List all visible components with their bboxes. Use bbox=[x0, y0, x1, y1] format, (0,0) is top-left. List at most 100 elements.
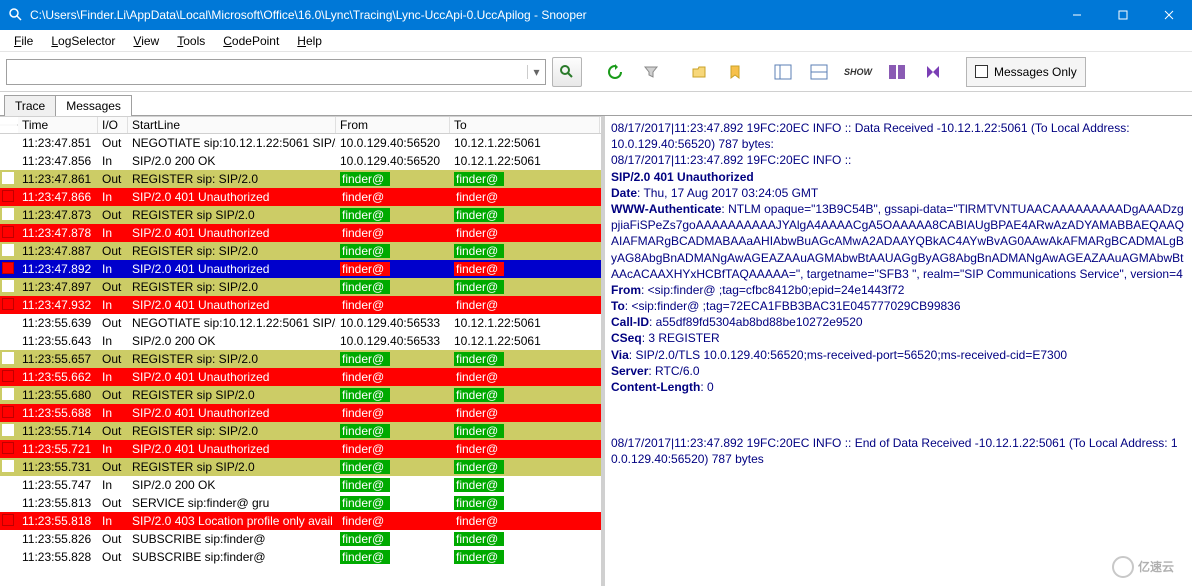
menu-help[interactable]: Help bbox=[289, 32, 330, 50]
cell-from: finder@ bbox=[336, 352, 450, 366]
layout-1-button[interactable] bbox=[768, 57, 798, 87]
col-io[interactable]: I/O bbox=[98, 117, 128, 133]
cell-from: finder@ bbox=[336, 190, 450, 204]
window-title: C:\Users\Finder.Li\AppData\Local\Microso… bbox=[30, 8, 1054, 22]
table-row[interactable]: 11:23:55.639OutNEGOTIATE sip:10.12.1.22:… bbox=[0, 314, 601, 332]
menu-codepoint[interactable]: CodePoint bbox=[215, 32, 287, 50]
table-row[interactable]: 11:23:47.932InSIP/2.0 401 Unauthorizedfi… bbox=[0, 296, 601, 314]
bookmark-button[interactable] bbox=[720, 57, 750, 87]
compare-button[interactable] bbox=[882, 57, 912, 87]
table-row[interactable]: 11:23:55.747InSIP/2.0 200 OKfinder@finde… bbox=[0, 476, 601, 494]
cell-time: 11:23:47.892 bbox=[18, 262, 98, 276]
checkbox-icon[interactable] bbox=[975, 65, 988, 78]
table-row[interactable]: 11:23:47.892InSIP/2.0 401 Unauthorizedfi… bbox=[0, 260, 601, 278]
refresh-button[interactable] bbox=[600, 57, 630, 87]
tab-trace[interactable]: Trace bbox=[4, 95, 56, 116]
cell-io: Out bbox=[98, 532, 128, 546]
table-row[interactable]: 11:23:55.828OutSUBSCRIBE sip:finder@find… bbox=[0, 548, 601, 566]
cell-time: 11:23:55.826 bbox=[18, 532, 98, 546]
detail-line: 08/17/2017|11:23:47.892 19FC:20EC INFO :… bbox=[611, 152, 1186, 168]
menu-logselector[interactable]: LogSelector bbox=[43, 32, 123, 50]
table-row[interactable]: 11:23:55.731OutREGISTER sip SIP/2.0finde… bbox=[0, 458, 601, 476]
row-marker-icon bbox=[2, 190, 14, 202]
show-button[interactable]: SHOW bbox=[840, 57, 876, 87]
cell-startline: NEGOTIATE sip:10.12.1.22:5061 SIP/2.0 bbox=[128, 136, 336, 150]
close-button[interactable] bbox=[1146, 0, 1192, 30]
col-startline[interactable]: StartLine bbox=[128, 117, 336, 133]
title-bar: C:\Users\Finder.Li\AppData\Local\Microso… bbox=[0, 0, 1192, 30]
message-table: Time I/O StartLine From To 11:23:47.851O… bbox=[0, 116, 601, 586]
table-row[interactable]: 11:23:47.866InSIP/2.0 401 Unauthorizedfi… bbox=[0, 188, 601, 206]
cell-io: Out bbox=[98, 496, 128, 510]
cell-from: finder@ bbox=[336, 388, 450, 402]
chevron-down-icon[interactable]: ▾ bbox=[527, 65, 545, 79]
detail-val: : <sip:finder@ ;tag=cfbc8412b0;epid=24e1… bbox=[641, 283, 904, 297]
row-marker-icon bbox=[2, 460, 14, 472]
cell-io: Out bbox=[98, 280, 128, 294]
table-row[interactable]: 11:23:47.878InSIP/2.0 401 Unauthorizedfi… bbox=[0, 224, 601, 242]
row-marker-icon bbox=[2, 442, 14, 454]
cell-to: finder@ bbox=[450, 352, 600, 366]
cell-to: finder@ bbox=[450, 280, 600, 294]
table-row[interactable]: 11:23:47.856InSIP/2.0 200 OK10.0.129.40:… bbox=[0, 152, 601, 170]
table-row[interactable]: 11:23:55.826OutSUBSCRIBE sip:finder@find… bbox=[0, 530, 601, 548]
cell-to: finder@ bbox=[450, 370, 600, 384]
menu-file[interactable]: File bbox=[6, 32, 41, 50]
table-row[interactable]: 11:23:55.714OutREGISTER sip: SIP/2.0find… bbox=[0, 422, 601, 440]
cell-to: 10.12.1.22:5061 bbox=[450, 334, 600, 348]
table-row[interactable]: 11:23:47.873OutREGISTER sip SIP/2.0finde… bbox=[0, 206, 601, 224]
detail-status: SIP/2.0 401 Unauthorized bbox=[611, 170, 754, 184]
row-marker-icon bbox=[2, 298, 14, 310]
cell-startline: SIP/2.0 401 Unauthorized bbox=[128, 298, 336, 312]
cell-io: Out bbox=[98, 244, 128, 258]
cell-to: finder@ bbox=[450, 424, 600, 438]
table-row[interactable]: 11:23:47.861OutREGISTER sip: SIP/2.0find… bbox=[0, 170, 601, 188]
maximize-button[interactable] bbox=[1100, 0, 1146, 30]
col-from[interactable]: From bbox=[336, 117, 450, 133]
menu-tools[interactable]: Tools bbox=[169, 32, 213, 50]
row-marker-icon bbox=[2, 208, 14, 220]
cell-to: finder@ bbox=[450, 208, 600, 222]
table-row[interactable]: 11:23:55.721InSIP/2.0 401 Unauthorizedfi… bbox=[0, 440, 601, 458]
table-row[interactable]: 11:23:47.851OutNEGOTIATE sip:10.12.1.22:… bbox=[0, 134, 601, 152]
filter-button[interactable] bbox=[636, 57, 666, 87]
table-row[interactable]: 11:23:55.813OutSERVICE sip:finder@ grufi… bbox=[0, 494, 601, 512]
cell-io: Out bbox=[98, 550, 128, 564]
row-marker-icon bbox=[2, 496, 14, 508]
cell-io: In bbox=[98, 190, 128, 204]
search-input[interactable] bbox=[7, 61, 527, 83]
detail-key: Server bbox=[611, 364, 648, 378]
cell-io: In bbox=[98, 478, 128, 492]
cell-time: 11:23:47.878 bbox=[18, 226, 98, 240]
messages-only-toggle[interactable]: Messages Only bbox=[966, 57, 1086, 87]
row-marker-icon bbox=[2, 370, 14, 382]
menu-view[interactable]: View bbox=[125, 32, 167, 50]
detail-val: : 3 REGISTER bbox=[642, 331, 720, 345]
search-button[interactable] bbox=[552, 57, 582, 87]
cell-to: finder@ bbox=[450, 550, 600, 564]
row-marker-icon bbox=[2, 424, 14, 436]
table-row[interactable]: 11:23:55.662InSIP/2.0 401 Unauthorizedfi… bbox=[0, 368, 601, 386]
table-row[interactable]: 11:23:47.887OutREGISTER sip: SIP/2.0find… bbox=[0, 242, 601, 260]
detail-end: 08/17/2017|11:23:47.892 19FC:20EC INFO :… bbox=[611, 435, 1186, 467]
table-row[interactable]: 11:23:55.688InSIP/2.0 401 Unauthorizedfi… bbox=[0, 404, 601, 422]
message-list-panel: Time I/O StartLine From To 11:23:47.851O… bbox=[0, 116, 605, 586]
layout-2-button[interactable] bbox=[804, 57, 834, 87]
cell-to: 10.12.1.22:5061 bbox=[450, 154, 600, 168]
toolbar: ▾ SHOW Messages Only bbox=[0, 52, 1192, 92]
search-combo[interactable]: ▾ bbox=[6, 59, 546, 85]
table-row[interactable]: 11:23:47.897OutREGISTER sip: SIP/2.0find… bbox=[0, 278, 601, 296]
folder-button[interactable] bbox=[684, 57, 714, 87]
table-row[interactable]: 11:23:55.657OutREGISTER sip: SIP/2.0find… bbox=[0, 350, 601, 368]
cell-io: In bbox=[98, 298, 128, 312]
tab-messages[interactable]: Messages bbox=[55, 95, 132, 116]
vs-button[interactable] bbox=[918, 57, 948, 87]
table-row[interactable]: 11:23:55.643InSIP/2.0 200 OK10.0.129.40:… bbox=[0, 332, 601, 350]
cell-from: 10.0.129.40:56520 bbox=[336, 154, 450, 168]
col-to[interactable]: To bbox=[450, 117, 600, 133]
table-row[interactable]: 11:23:55.818InSIP/2.0 403 Location profi… bbox=[0, 512, 601, 530]
col-time[interactable]: Time bbox=[18, 117, 98, 133]
minimize-button[interactable] bbox=[1054, 0, 1100, 30]
cell-from: finder@ bbox=[336, 262, 450, 276]
table-row[interactable]: 11:23:55.680OutREGISTER sip SIP/2.0finde… bbox=[0, 386, 601, 404]
